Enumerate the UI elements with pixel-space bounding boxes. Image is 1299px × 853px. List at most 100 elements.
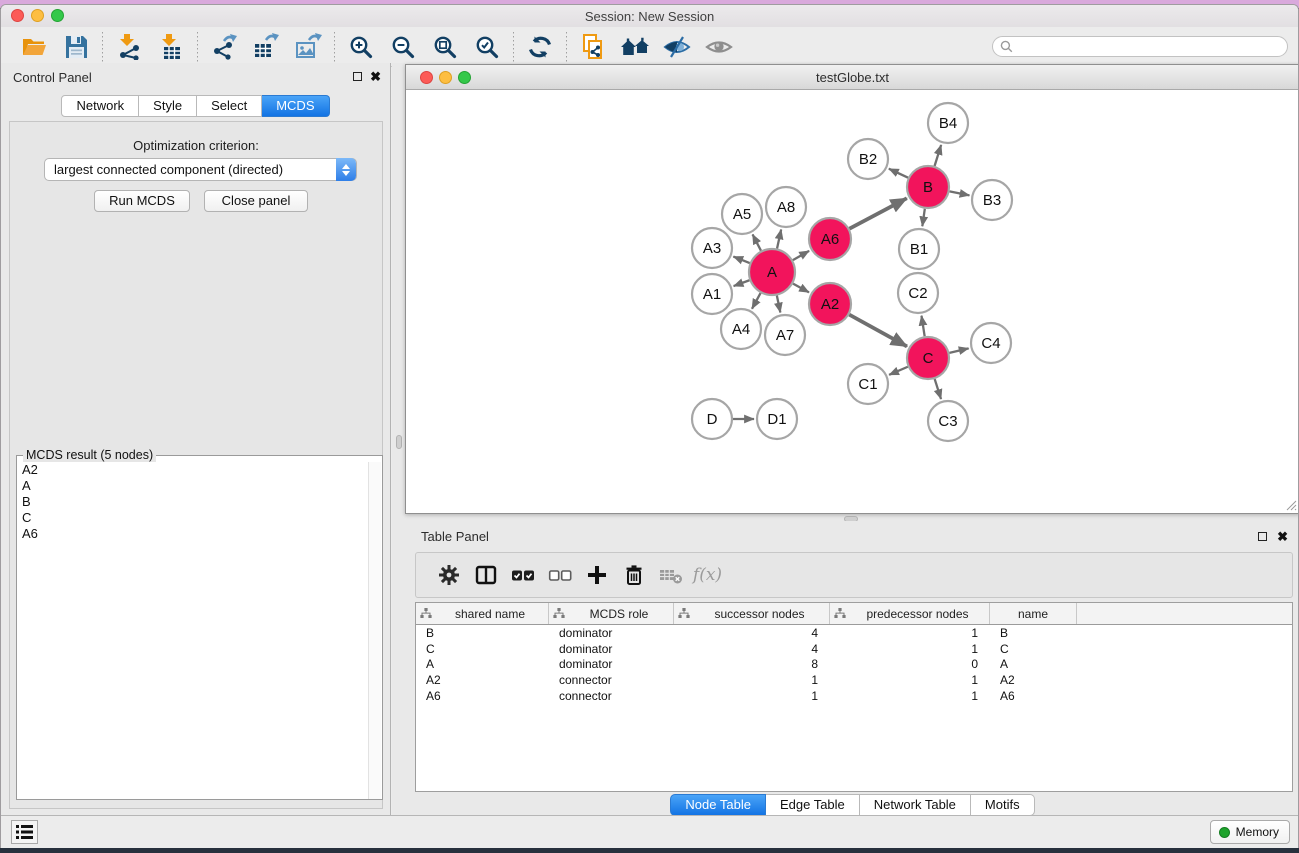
refresh-icon[interactable] xyxy=(519,31,561,63)
show-eye-icon[interactable] xyxy=(698,31,740,63)
mcds-result-item[interactable]: A2 xyxy=(18,462,369,478)
vertical-splitter-handle[interactable] xyxy=(396,435,402,449)
edge-B-B1[interactable] xyxy=(922,209,925,226)
column-header-successor-nodes[interactable]: successor nodes xyxy=(674,603,830,624)
node-label-A: A xyxy=(767,264,777,281)
tab-select[interactable]: Select xyxy=(197,95,262,117)
zoom-fit-icon[interactable] xyxy=(424,31,466,63)
edge-C-C3[interactable] xyxy=(935,379,941,399)
edge-A-A3[interactable] xyxy=(733,257,749,264)
edge-A-A6[interactable] xyxy=(793,251,809,260)
zoom-in-icon[interactable] xyxy=(340,31,382,63)
node-table-body: Bdominator41BCdominator41CAdominator80AA… xyxy=(416,625,1292,703)
node-table[interactable]: shared nameMCDS rolesuccessor nodesprede… xyxy=(415,602,1293,792)
resize-grip-icon[interactable] xyxy=(1285,499,1297,511)
table-row[interactable]: Cdominator41C xyxy=(416,641,1292,657)
home-views-icon[interactable] xyxy=(614,31,656,63)
table-row[interactable]: Bdominator41B xyxy=(416,625,1292,641)
table-row[interactable]: A6connector11A6 xyxy=(416,688,1292,704)
network-canvas[interactable]: B4B2BB3A5A8A6A3B1AA1C2A2A4A7C4CC1C3DD1 xyxy=(406,90,1299,513)
close-panel-button[interactable]: Close panel xyxy=(204,190,308,212)
memory-button[interactable]: Memory xyxy=(1210,820,1290,844)
network-window: testGlobe.txt B4B2BB3A5A8A6A3B1AA1C2A2A4… xyxy=(405,64,1299,514)
tab-node-table[interactable]: Node Table xyxy=(670,794,766,816)
hide-graphics-icon[interactable] xyxy=(656,31,698,63)
search-input[interactable] xyxy=(1017,38,1287,55)
mcds-result-item[interactable]: A xyxy=(18,478,369,494)
export-table-icon[interactable] xyxy=(245,31,287,63)
export-image-icon[interactable] xyxy=(287,31,329,63)
cell-MCDS-role: connector xyxy=(549,689,674,703)
save-session-icon[interactable] xyxy=(55,31,97,63)
trash-icon[interactable] xyxy=(615,558,652,592)
settings-gear-icon[interactable] xyxy=(430,558,467,592)
edge-B-B3[interactable] xyxy=(950,191,970,195)
table-row[interactable]: Adominator80A xyxy=(416,656,1292,672)
tab-mcds[interactable]: MCDS xyxy=(262,95,329,117)
function-builder-icon[interactable]: f(x) xyxy=(689,558,726,592)
node-label-A3: A3 xyxy=(703,240,721,257)
column-header-name[interactable]: name xyxy=(990,603,1077,624)
tab-edge-table[interactable]: Edge Table xyxy=(766,794,860,816)
export-network-icon[interactable] xyxy=(203,31,245,63)
column-header-filler[interactable] xyxy=(1077,603,1292,624)
app-titlebar: Session: New Session xyxy=(1,5,1298,27)
cell-predecessor-nodes: 1 xyxy=(830,626,990,640)
search-field[interactable] xyxy=(992,36,1288,57)
list-icon xyxy=(15,824,34,840)
tab-motifs[interactable]: Motifs xyxy=(971,794,1035,816)
node-label-C2: C2 xyxy=(908,285,927,302)
import-network-icon[interactable] xyxy=(108,31,150,63)
column-header-shared-name[interactable]: shared name xyxy=(416,603,549,624)
tab-network[interactable]: Network xyxy=(61,95,139,117)
status-bar: Memory xyxy=(1,815,1298,848)
edge-A-A8[interactable] xyxy=(777,229,781,248)
column-header-predecessor-nodes[interactable]: predecessor nodes xyxy=(830,603,990,624)
network-graph[interactable]: B4B2BB3A5A8A6A3B1AA1C2A2A4A7C4CC1C3DD1 xyxy=(406,90,1299,513)
run-mcds-button[interactable]: Run MCDS xyxy=(94,190,190,212)
task-list-button[interactable] xyxy=(11,820,38,844)
edge-A-A1[interactable] xyxy=(734,280,750,286)
import-table-icon[interactable] xyxy=(150,31,192,63)
edge-B-B2[interactable] xyxy=(889,169,908,178)
mcds-result-item[interactable]: A6 xyxy=(18,526,369,542)
select-all-icon[interactable] xyxy=(504,558,541,592)
open-session-icon[interactable] xyxy=(13,31,55,63)
edge-B-B4[interactable] xyxy=(935,145,942,166)
zoom-selected-icon[interactable] xyxy=(466,31,508,63)
close-table-panel-icon[interactable]: ✖ xyxy=(1277,532,1288,542)
zoom-out-icon[interactable] xyxy=(382,31,424,63)
close-panel-icon[interactable]: ✖ xyxy=(370,72,381,82)
cell-MCDS-role: dominator xyxy=(549,642,674,656)
edge-A-A2[interactable] xyxy=(793,284,809,293)
float-panel-icon[interactable] xyxy=(353,72,362,81)
edge-A-A7[interactable] xyxy=(777,296,781,313)
table-row[interactable]: A2connector11A2 xyxy=(416,672,1292,688)
edge-C-C1[interactable] xyxy=(889,367,908,375)
table-panel: Table Panel ✖ xyxy=(405,521,1299,816)
mcds-result-item[interactable]: C xyxy=(18,510,369,526)
column-header-MCDS-role[interactable]: MCDS role xyxy=(549,603,674,624)
clone-network-icon[interactable] xyxy=(572,31,614,63)
edge-A-A4[interactable] xyxy=(752,293,761,309)
mcds-result-list[interactable]: A2ABCA6 xyxy=(18,462,369,799)
add-icon[interactable] xyxy=(578,558,615,592)
delete-table-icon[interactable] xyxy=(652,558,689,592)
node-label-A1: A1 xyxy=(703,286,721,303)
mcds-tab-content: Optimization criterion: largest connecte… xyxy=(9,121,383,809)
edge-A-A5[interactable] xyxy=(753,234,761,250)
split-view-icon[interactable] xyxy=(467,558,504,592)
edge-A6-B[interactable] xyxy=(849,198,906,228)
edge-C-C4[interactable] xyxy=(949,348,968,353)
tab-network-table[interactable]: Network Table xyxy=(860,794,971,816)
mcds-result-item[interactable]: B xyxy=(18,494,369,510)
deselect-all-icon[interactable] xyxy=(541,558,578,592)
attribute-tree-icon xyxy=(553,608,565,619)
edge-C-C2[interactable] xyxy=(921,316,924,337)
tab-style[interactable]: Style xyxy=(139,95,197,117)
float-table-panel-icon[interactable] xyxy=(1258,532,1267,541)
criterion-select[interactable]: largest connected component (directed) xyxy=(44,158,357,181)
mcds-list-scrollbar[interactable] xyxy=(368,462,381,799)
edge-A2-C[interactable] xyxy=(849,315,907,347)
node-label-B2: B2 xyxy=(859,151,877,168)
